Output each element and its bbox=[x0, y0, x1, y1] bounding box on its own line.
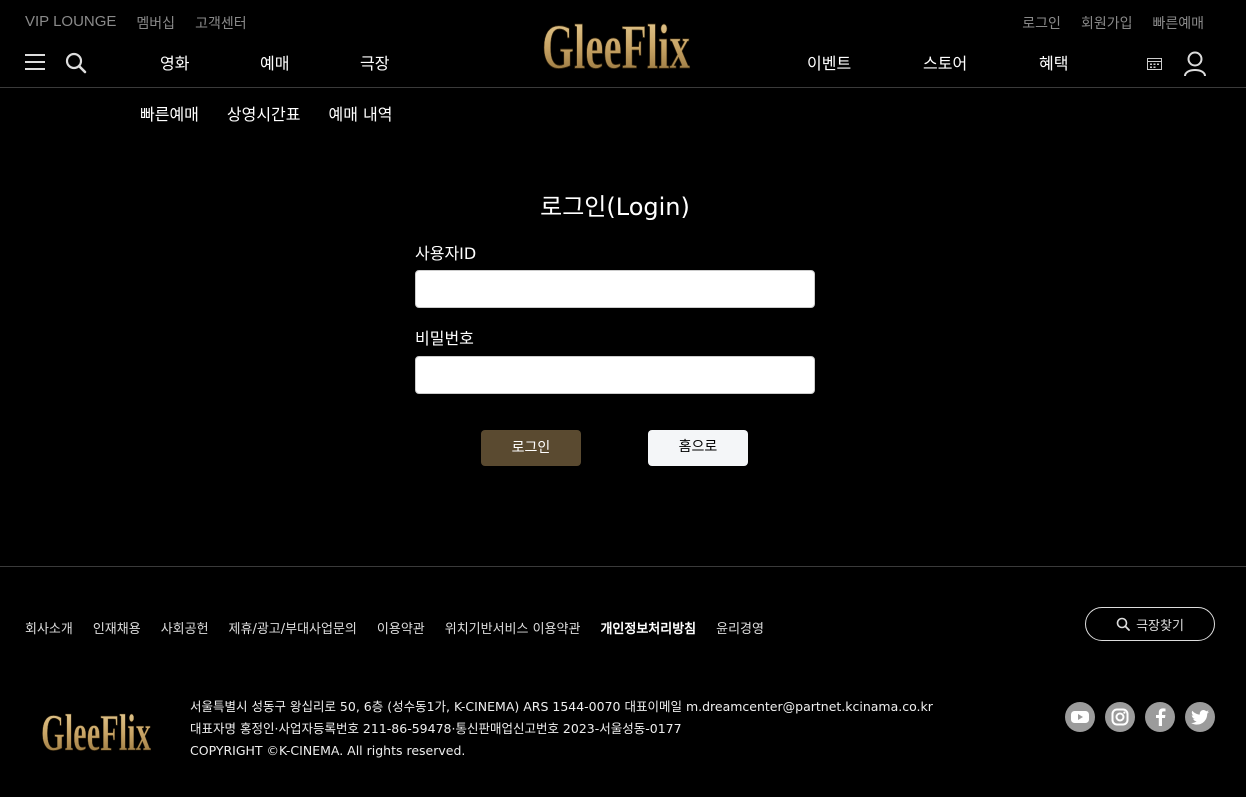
footer-link-company[interactable]: 회사소개 bbox=[25, 618, 73, 637]
company-registration: 대표자명 홍정인·사업자등록번호 211-86-59478·통신판매업신고번호 … bbox=[190, 721, 682, 736]
quick-booking-link[interactable]: 빠른예매 bbox=[1152, 13, 1204, 33]
membership-link[interactable]: 멤버십 bbox=[136, 13, 175, 33]
facebook-icon[interactable] bbox=[1145, 702, 1175, 732]
site-header: VIP LOUNGE 멤버십 고객센터 로그인 회원가입 빠른예매 영화 예매 … bbox=[0, 0, 1246, 88]
footer-link-social[interactable]: 사회공헌 bbox=[161, 618, 209, 637]
search-icon bbox=[1116, 617, 1130, 631]
user-id-input[interactable] bbox=[415, 270, 815, 308]
svg-text:GleeFlix: GleeFlix bbox=[542, 11, 690, 74]
password-input[interactable] bbox=[415, 356, 815, 394]
calendar-icon[interactable] bbox=[1147, 57, 1162, 70]
subnav-booking-history[interactable]: 예매 내역 bbox=[329, 101, 393, 125]
svg-text:GleeFlix: GleeFlix bbox=[41, 705, 151, 756]
user-id-label: 사용자ID bbox=[415, 244, 477, 263]
footer-divider bbox=[0, 566, 1246, 567]
twitter-icon[interactable] bbox=[1185, 702, 1215, 732]
footer-links: 회사소개 인재채용 사회공헌 제휴/광고/부대사업문의 이용약관 위치기반서비스… bbox=[25, 618, 764, 637]
subnav-showtimes[interactable]: 상영시간표 bbox=[227, 101, 301, 125]
footer-logo: GleeFlix bbox=[41, 705, 152, 756]
footer-link-partnership[interactable]: 제휴/광고/부대사업문의 bbox=[229, 618, 357, 637]
home-button[interactable]: 홈으로 bbox=[648, 430, 748, 466]
sub-nav: 빠른예매 상영시간표 예매 내역 bbox=[140, 101, 392, 125]
nav-movies[interactable]: 영화 bbox=[160, 50, 260, 74]
find-theater-label: 극장찾기 bbox=[1136, 618, 1184, 634]
menu-icon[interactable] bbox=[25, 54, 45, 72]
nav-booking[interactable]: 예매 bbox=[260, 50, 360, 74]
copyright: COPYRIGHT ©K-CINEMA. All rights reserved… bbox=[190, 743, 466, 758]
nav-theater[interactable]: 극장 bbox=[360, 50, 460, 74]
footer-link-terms[interactable]: 이용약관 bbox=[377, 618, 425, 637]
signup-link[interactable]: 회원가입 bbox=[1081, 13, 1133, 33]
company-info: 서울특별시 성동구 왕십리로 50, 6층 (성수동1가, K-CINEMA) … bbox=[190, 696, 933, 762]
sns-links bbox=[1065, 702, 1215, 732]
youtube-icon[interactable] bbox=[1065, 702, 1095, 732]
company-address: 서울특별시 성동구 왕십리로 50, 6층 (성수동1가, K-CINEMA) … bbox=[190, 699, 933, 714]
footer-link-ethics[interactable]: 윤리경영 bbox=[716, 618, 764, 637]
login-button[interactable]: 로그인 bbox=[481, 430, 581, 466]
main-nav-right: 이벤트 스토어 혜택 bbox=[807, 50, 1068, 74]
subnav-quick-booking[interactable]: 빠른예매 bbox=[140, 101, 199, 125]
main-nav-left: 영화 예매 극장 bbox=[160, 50, 460, 74]
footer-link-location-terms[interactable]: 위치기반서비스 이용약관 bbox=[445, 618, 581, 637]
login-link[interactable]: 로그인 bbox=[1022, 13, 1061, 33]
footer-link-privacy[interactable]: 개인정보처리방침 bbox=[600, 618, 696, 637]
vip-lounge-link[interactable]: VIP LOUNGE bbox=[25, 13, 116, 33]
user-icon[interactable] bbox=[1183, 51, 1207, 77]
footer-link-careers[interactable]: 인재채용 bbox=[93, 618, 141, 637]
password-label: 비밀번호 bbox=[415, 329, 474, 348]
nav-benefits[interactable]: 혜택 bbox=[1039, 50, 1068, 74]
search-icon[interactable] bbox=[65, 52, 87, 74]
instagram-icon[interactable] bbox=[1105, 702, 1135, 732]
find-theater-button[interactable]: 극장찾기 bbox=[1085, 607, 1215, 641]
utility-nav-right: 로그인 회원가입 빠른예매 bbox=[1022, 13, 1204, 33]
page-title: 로그인(Login) bbox=[540, 193, 690, 221]
nav-store[interactable]: 스토어 bbox=[923, 50, 1039, 74]
gleeflix-logo[interactable]: GleeFlix bbox=[540, 8, 692, 74]
utility-nav-left: VIP LOUNGE 멤버십 고객센터 bbox=[25, 13, 247, 33]
nav-events[interactable]: 이벤트 bbox=[807, 50, 923, 74]
customer-center-link[interactable]: 고객센터 bbox=[195, 13, 247, 33]
